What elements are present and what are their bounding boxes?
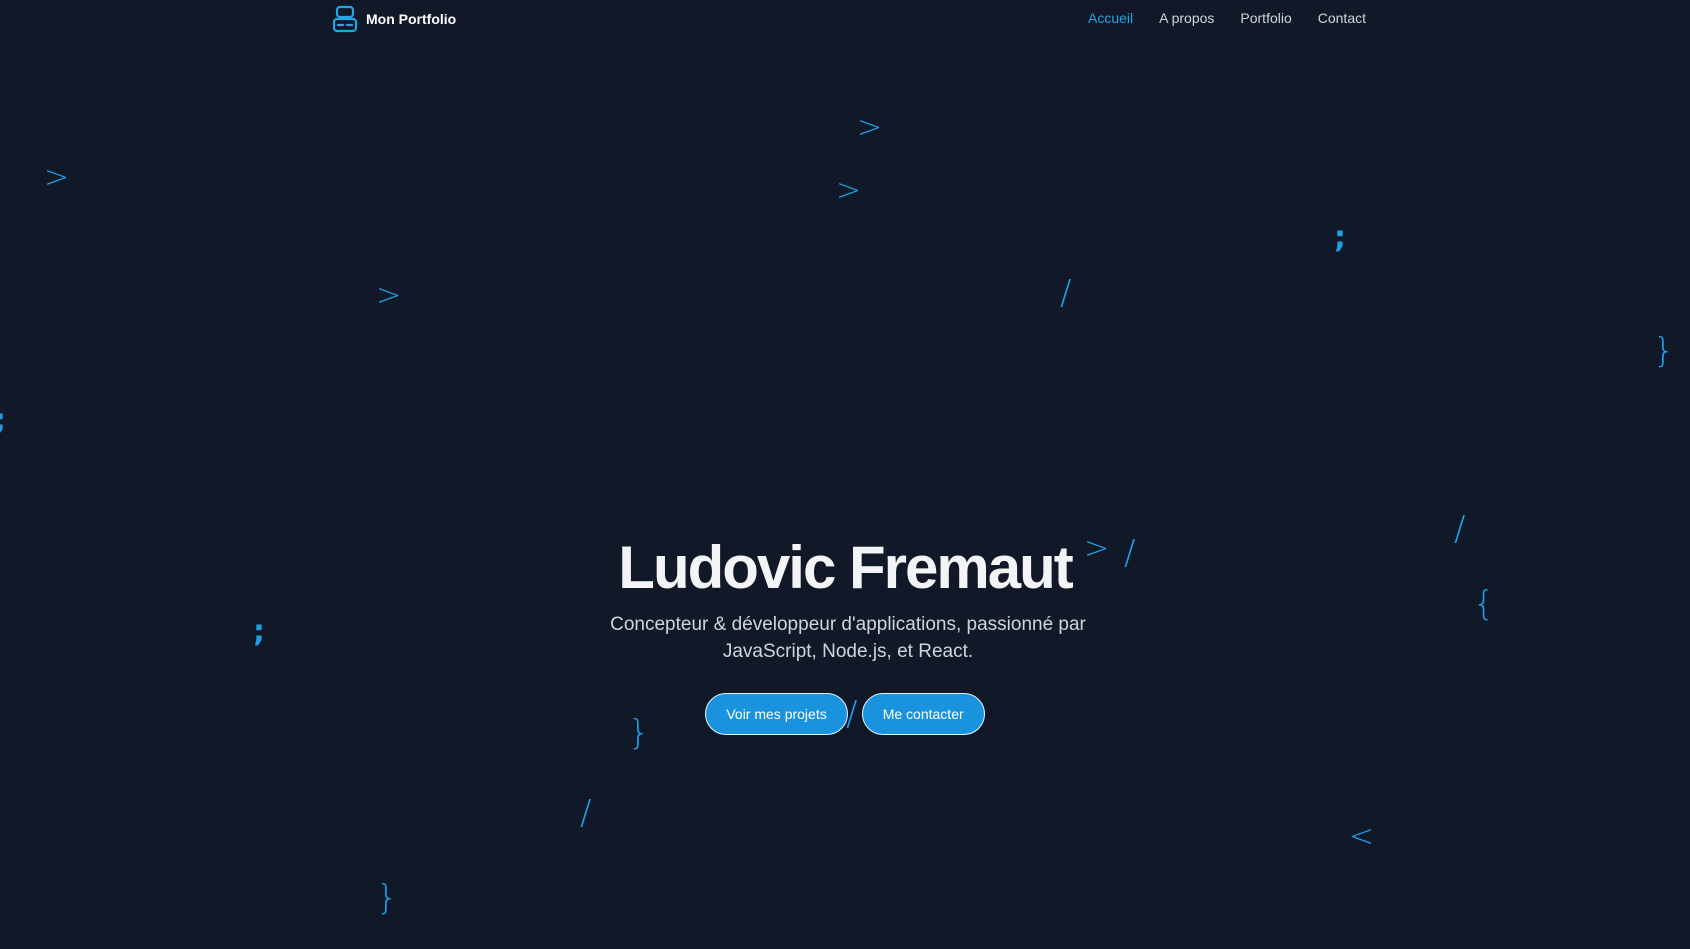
glyph-slash: /: [1060, 273, 1072, 313]
server-icon: [332, 5, 358, 33]
glyph-semicolon: ;: [253, 614, 265, 649]
nav-link-accueil[interactable]: Accueil: [1088, 10, 1133, 26]
glyph-greater-than: >: [376, 278, 402, 313]
glyph-close-brace: }: [1653, 331, 1675, 371]
nav-link-portfolio[interactable]: Portfolio: [1240, 10, 1291, 26]
glyph-semicolon: ;: [1334, 220, 1346, 255]
nav-link-a-propos[interactable]: A propos: [1159, 10, 1214, 26]
hero-title: Ludovic Fremaut: [618, 534, 1073, 601]
glyph-slash: /: [580, 793, 592, 833]
page: > > > ; / } > ; / / { ; } / / < } > Mon …: [0, 0, 1690, 949]
glyph-greater-than: >: [857, 110, 883, 145]
navbar: Mon Portfolio Accueil A propos Portfolio…: [0, 0, 1690, 38]
glyph-greater-than: >: [836, 173, 862, 208]
hero-subtitle: Concepteur & développeur d'applications,…: [610, 614, 1086, 662]
contact-me-button[interactable]: Me contacter: [861, 693, 985, 735]
main-nav: Accueil A propos Portfolio Contact: [1088, 10, 1366, 26]
brand-label: Mon Portfolio: [366, 11, 457, 27]
nav-link-contact[interactable]: Contact: [1318, 10, 1366, 26]
glyph-close-brace: }: [376, 878, 398, 918]
glyph-greater-than: >: [44, 160, 70, 195]
glyph-semicolon: ;: [0, 406, 6, 436]
glyph-less-than: <: [1349, 819, 1375, 854]
hero-actions: Voir mes projets Me contacter: [0, 693, 1690, 735]
view-projects-button[interactable]: Voir mes projets: [705, 693, 848, 735]
brand-link[interactable]: Mon Portfolio: [332, 5, 456, 33]
